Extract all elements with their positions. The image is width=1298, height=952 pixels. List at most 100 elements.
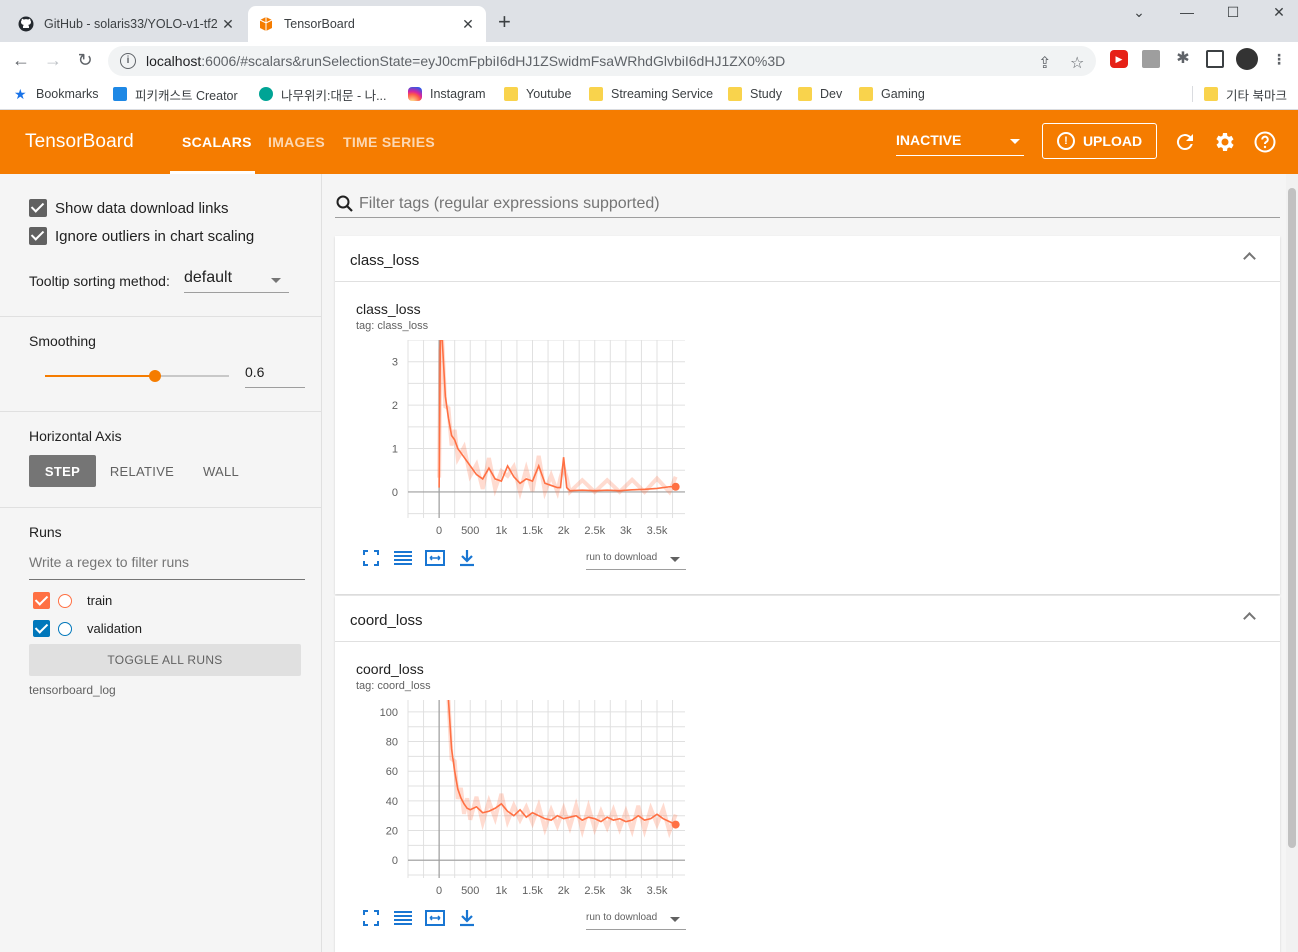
tag-group-card-class-loss: class_loss class_loss tag: class_loss 0 5… (335, 236, 1280, 594)
scrollbar-thumb[interactable] (1288, 188, 1296, 848)
download-icon[interactable] (456, 907, 478, 929)
profile-avatar[interactable] (1236, 48, 1258, 70)
run-to-download-select[interactable]: run to download (586, 908, 686, 930)
bookmark-folder[interactable]: Dev (798, 84, 842, 104)
series-end-point (671, 482, 680, 491)
youtube-extension-icon[interactable]: ▶ (1110, 50, 1128, 68)
chevron-up-icon[interactable] (1243, 612, 1256, 625)
run-item-validation[interactable]: validation (33, 620, 142, 637)
upload-button[interactable]: ! UPLOAD (1042, 123, 1157, 159)
run-color-circle-icon[interactable] (58, 593, 72, 608)
image-extension-icon[interactable] (1142, 50, 1160, 68)
bookmark-folder[interactable]: Gaming (859, 84, 925, 104)
help-icon[interactable] (1253, 130, 1277, 154)
plugin-status-select[interactable]: INACTIVE (896, 132, 1024, 156)
forward-icon[interactable]: → (42, 49, 64, 71)
bookmarks-bar: ★ Bookmarks 피키캐스트 Creator 나무위키:대문 - 나... … (0, 78, 1298, 110)
card-header[interactable]: coord_loss (335, 596, 1280, 642)
side-panel-icon[interactable] (1206, 50, 1224, 68)
y-tick-label: 1 (392, 444, 398, 456)
chevron-up-icon[interactable] (1243, 252, 1256, 265)
tag-filter-input[interactable]: Filter tags (regular expressions support… (335, 190, 1280, 218)
bookmark-folder[interactable]: Streaming Service (589, 84, 713, 104)
url-host: localhost (146, 53, 202, 69)
log-scale-icon[interactable] (392, 907, 414, 929)
smoothing-value: 0.6 (245, 364, 265, 380)
card-header[interactable]: class_loss (335, 236, 1280, 282)
settings-gear-icon[interactable] (1213, 130, 1237, 154)
instagram-icon (408, 87, 422, 101)
tab-scalars[interactable]: SCALARS (182, 134, 252, 150)
tab-time-series[interactable]: TIME SERIES (343, 134, 435, 150)
run-to-download-select[interactable]: run to download (586, 548, 686, 570)
axis-relative-button[interactable]: RELATIVE (104, 455, 180, 487)
chart-title: coord_loss (356, 661, 424, 677)
ignore-outliers-checkbox[interactable]: Ignore outliers in chart scaling (29, 227, 254, 245)
toggle-all-runs-button[interactable]: TOGGLE ALL RUNS (29, 644, 301, 676)
page-scrollbar[interactable] (1286, 174, 1298, 952)
checkbox-checked[interactable] (29, 199, 47, 217)
fit-domain-icon[interactable] (424, 547, 446, 569)
y-tick-label: 3 (392, 357, 398, 369)
divider (0, 507, 322, 508)
bookmark-label: Instagram (430, 87, 486, 101)
bookmark-label: 피키캐스트 Creator (135, 88, 238, 103)
log-scale-icon[interactable] (392, 547, 414, 569)
minimize-icon[interactable]: — (1164, 4, 1210, 24)
tab-images[interactable]: IMAGES (268, 134, 325, 150)
fullscreen-icon[interactable] (360, 907, 382, 929)
share-icon[interactable]: ⇪ (1038, 53, 1051, 73)
run-filter-input[interactable]: Write a regex to filter runs (29, 554, 305, 580)
show-download-links-checkbox[interactable]: Show data download links (29, 199, 228, 217)
bookmarks-divider (1192, 86, 1193, 102)
checkbox-checked[interactable] (29, 227, 47, 245)
run-item-train[interactable]: train (33, 592, 112, 609)
fit-domain-icon[interactable] (424, 907, 446, 929)
smoothing-label: Smoothing (29, 333, 96, 349)
window-close-icon[interactable]: ✕ (1256, 4, 1298, 24)
chart-title: class_loss (356, 301, 421, 317)
smoothing-slider-thumb[interactable] (149, 370, 162, 382)
run-color-circle-icon[interactable] (58, 621, 72, 636)
browser-menu-icon[interactable]: ⋮ (1270, 50, 1288, 68)
close-tab-icon[interactable]: ✕ (460, 16, 476, 33)
run-checkbox[interactable] (33, 592, 50, 609)
card-header-title: coord_loss (350, 612, 423, 629)
bookmark-item[interactable]: 피키캐스트 Creator (113, 84, 238, 104)
checkbox-label: Ignore outliers in chart scaling (55, 227, 255, 245)
close-tab-icon[interactable]: ✕ (220, 16, 236, 33)
x-tick-label: 3k (620, 885, 632, 897)
refresh-icon[interactable] (1173, 130, 1197, 154)
bookmark-star-icon[interactable]: ☆ (1070, 53, 1084, 73)
bookmark-item[interactable]: ★ Bookmarks (14, 84, 99, 104)
github-icon (18, 16, 34, 32)
maximize-icon[interactable]: ☐ (1210, 4, 1256, 24)
bookmark-item[interactable]: Instagram (408, 84, 486, 104)
axis-step-button[interactable]: STEP (29, 455, 96, 487)
site-info-icon[interactable]: i (120, 53, 136, 69)
new-tab-button[interactable]: + (498, 11, 511, 33)
tooltip-sorting-select[interactable]: default (184, 269, 289, 293)
bookmark-folder[interactable]: Study (728, 84, 782, 104)
run-checkbox[interactable] (33, 620, 50, 637)
back-icon[interactable]: ← (10, 49, 32, 71)
reload-icon[interactable]: ↻ (74, 49, 96, 71)
class-loss-chart[interactable]: 0 500 1k 1.5k 2k 2.5k 3k 3.5k 0 1 2 3 (355, 340, 695, 540)
card-header-title: class_loss (350, 252, 420, 269)
address-bar[interactable]: i localhost:6006/#scalars&runSelectionSt… (108, 46, 1096, 76)
tab-search-icon[interactable]: ⌄ (1116, 4, 1162, 24)
bookmark-label: 기타 북마크 (1226, 88, 1287, 103)
browser-tab-tensorboard[interactable]: TensorBoard ✕ (248, 6, 486, 42)
log-directory-label: tensorboard_log (29, 683, 116, 697)
axis-wall-button[interactable]: WALL (190, 455, 252, 487)
download-icon[interactable] (456, 547, 478, 569)
other-bookmarks-folder[interactable]: 기타 북마크 (1204, 84, 1287, 104)
coord-loss-chart[interactable]: 0 500 1k 1.5k 2k 2.5k 3k 3.5k 0 20 40 60 80 100 (355, 700, 695, 900)
browser-tab-github[interactable]: GitHub - solaris33/YOLO-v1-tf2 ✕ (8, 6, 246, 42)
extensions-puzzle-icon[interactable]: ✱ (1174, 50, 1192, 68)
smoothing-input[interactable]: 0.6 (245, 364, 305, 388)
bookmark-folder[interactable]: Youtube (504, 84, 571, 104)
info-icon: ! (1056, 132, 1075, 150)
bookmark-item[interactable]: 나무위키:대문 - 나... (259, 84, 387, 104)
fullscreen-icon[interactable] (360, 547, 382, 569)
